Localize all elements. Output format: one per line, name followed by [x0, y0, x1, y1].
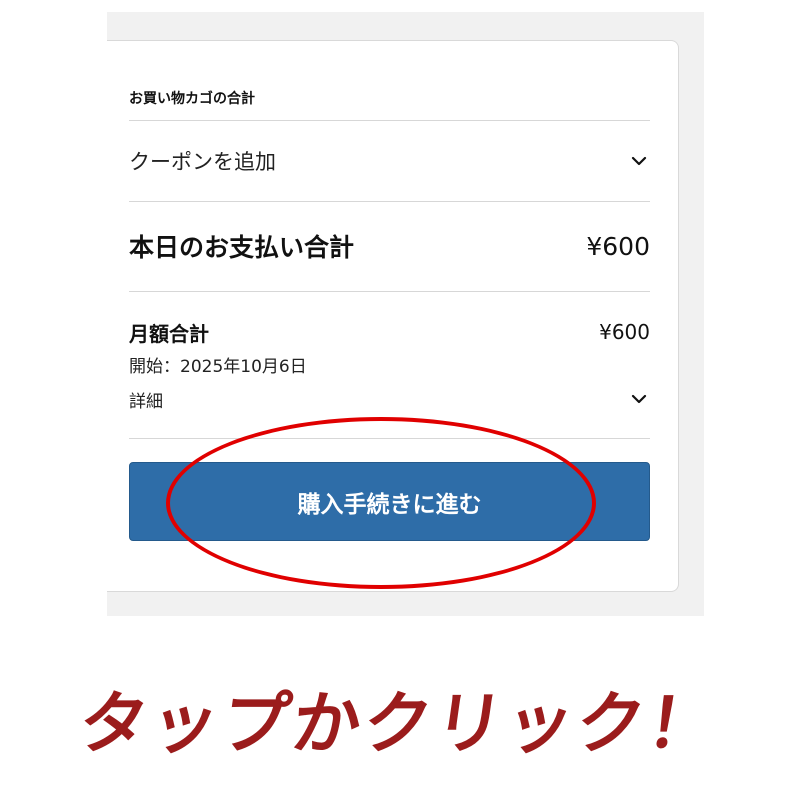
details-toggle[interactable]: 詳細: [129, 386, 650, 412]
add-coupon-label: クーポンを追加: [129, 150, 276, 174]
cart-total-heading: お買い物カゴの合計: [129, 91, 255, 107]
divider: [129, 291, 650, 292]
details-label: 詳細: [129, 391, 163, 412]
checkout-button[interactable]: 購入手続きに進む: [129, 462, 650, 541]
divider: [129, 438, 650, 439]
chevron-down-icon: [628, 150, 650, 172]
today-total-row: 本日のお支払い合計 ¥600: [129, 201, 650, 291]
chevron-down-icon: [628, 388, 650, 410]
today-total-label: 本日のお支払い合計: [129, 233, 355, 262]
monthly-total-amount: ¥600: [599, 320, 650, 344]
cart-summary-card: お買い物カゴの合計 クーポンを追加 本日のお支払い合計 ¥600 月額合計 ¥6…: [107, 40, 679, 592]
add-coupon-toggle[interactable]: クーポンを追加: [129, 121, 650, 201]
today-total-amount: ¥600: [586, 231, 650, 261]
monthly-total-label: 月額合計: [129, 322, 209, 346]
tap-or-click-callout: タップかクリック！: [73, 685, 725, 764]
start-date-text: 開始：2025年10月6日: [129, 357, 307, 377]
